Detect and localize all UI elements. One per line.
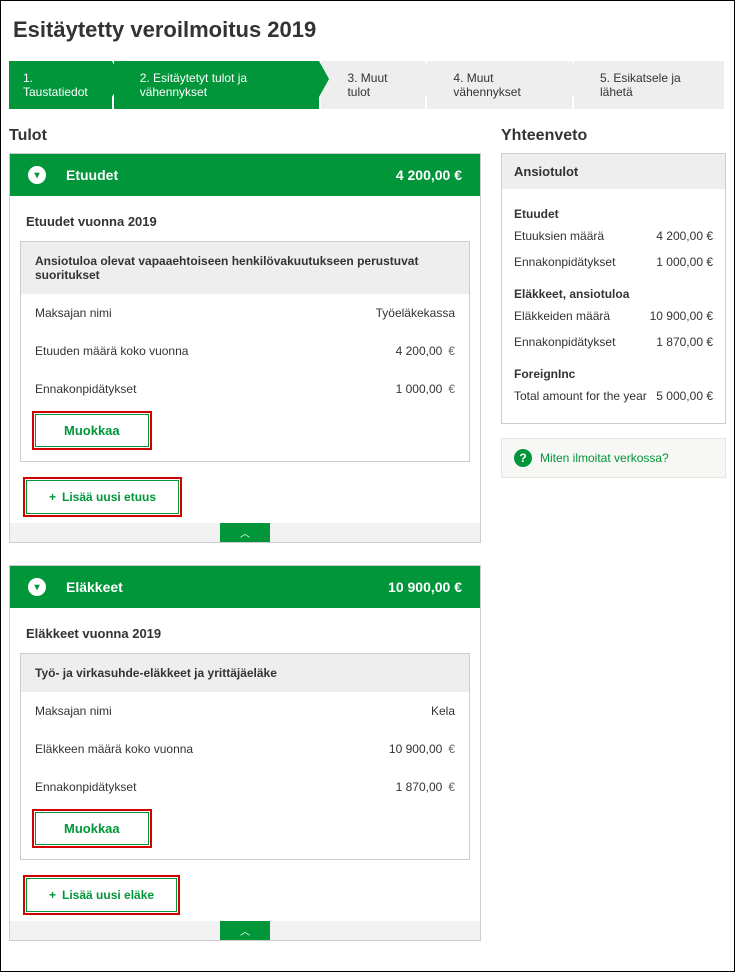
data-row: Maksajan nimi Kela	[21, 692, 469, 730]
row-value: 10 900,00€	[389, 742, 455, 756]
row-value: 1 870,00€	[396, 780, 455, 794]
panel-etuudet: ▾ Etuudet4 200,00 € Etuudet vuonna 2019 Ans…	[9, 153, 481, 543]
data-row: Maksajan nimi Työeläkekassa	[21, 294, 469, 332]
panel-header-elakkeet[interactable]: ▾ Eläkkeet10 900,00 €	[10, 566, 480, 608]
summary-group-heading: Etuudet	[514, 207, 713, 221]
collapse-bar: ︿	[10, 921, 480, 940]
step-5[interactable]: 5. Esikatsele ja lähetä	[574, 61, 726, 109]
summary-value: 1 870,00 €	[656, 335, 713, 349]
summary-line: Ennakonpidätykset 1 000,00 €	[514, 249, 713, 275]
add-button[interactable]: + Lisää uusi etuus	[26, 480, 179, 514]
data-row: Etuuden määrä koko vuonna 4 200,00€	[21, 332, 469, 370]
currency-label: €	[448, 780, 455, 794]
data-card: Ansiotuloa olevat vapaaehtoiseen henkilö…	[20, 241, 470, 462]
summary-line: Eläkkeiden määrä 10 900,00 €	[514, 303, 713, 329]
main-heading: Tulot	[9, 127, 481, 145]
collapse-button[interactable]: ︿	[220, 523, 270, 542]
data-row: Ennakonpidätykset 1 000,00€	[21, 370, 469, 408]
chevron-down-icon: ▾	[28, 578, 46, 596]
card-title: Ansiotuloa olevat vapaaehtoiseen henkilö…	[21, 242, 469, 294]
panel-subheading: Etuudet vuonna 2019	[26, 214, 464, 229]
step-2[interactable]: 2. Esitäytetyt tulot ja vähennykset	[114, 61, 322, 109]
row-label: Ennakonpidätykset	[35, 382, 136, 396]
edit-button[interactable]: Muokkaa	[35, 812, 149, 845]
summary-label: Total amount for the year	[514, 389, 647, 403]
row-label: Etuuden määrä koko vuonna	[35, 344, 188, 358]
summary-line: Ennakonpidätykset 1 870,00 €	[514, 329, 713, 355]
add-label: Lisää uusi eläke	[62, 888, 154, 902]
row-label: Ennakonpidätykset	[35, 780, 136, 794]
panel-amount: 4 200,00 €	[396, 167, 462, 183]
summary-value: 4 200,00 €	[656, 229, 713, 243]
add-label: Lisää uusi etuus	[62, 490, 156, 504]
row-value: 1 000,00€	[396, 382, 455, 396]
card-title: Työ- ja virkasuhde-eläkkeet ja yrittäjäe…	[21, 654, 469, 692]
data-row: Eläkkeen määrä koko vuonna 10 900,00€	[21, 730, 469, 768]
summary-label: Ennakonpidätykset	[514, 335, 615, 349]
step-1[interactable]: 1. Taustatiedot	[9, 61, 114, 109]
plus-icon: +	[49, 888, 56, 902]
summary-line: Total amount for the year 5 000,00 €	[514, 383, 713, 409]
step-4[interactable]: 4. Muut vähennykset	[427, 61, 574, 109]
summary-label: Eläkkeiden määrä	[514, 309, 610, 323]
progress-steps: 1. Taustatiedot2. Esitäytetyt tulot ja v…	[9, 61, 726, 109]
summary-group-heading: Eläkkeet, ansiotuloa	[514, 287, 713, 301]
summary-line: Etuuksien määrä 4 200,00 €	[514, 223, 713, 249]
edit-button[interactable]: Muokkaa	[35, 414, 149, 447]
currency-label: €	[448, 344, 455, 358]
row-label: Maksajan nimi	[35, 704, 112, 718]
summary-value: 5 000,00 €	[656, 389, 713, 403]
chevron-down-icon: ▾	[28, 166, 46, 184]
summary-group-heading: ForeignInc	[514, 367, 713, 381]
row-value: 4 200,00€	[396, 344, 455, 358]
page-title: Esitäytetty veroilmoitus 2019	[13, 17, 726, 43]
panel-title: Etuudet	[66, 167, 396, 183]
step-3[interactable]: 3. Muut tulot	[321, 61, 427, 109]
summary-box: Ansiotulot Etuudet Etuuksien määrä 4 200,0…	[501, 153, 726, 424]
help-text: Miten ilmoitat verkossa?	[540, 451, 669, 465]
data-card: Työ- ja virkasuhde-eläkkeet ja yrittäjäe…	[20, 653, 470, 860]
data-row: Ennakonpidätykset 1 870,00€	[21, 768, 469, 806]
help-icon: ?	[514, 449, 532, 467]
row-value: Kela	[431, 704, 455, 718]
add-button[interactable]: + Lisää uusi eläke	[26, 878, 177, 912]
currency-label: €	[448, 742, 455, 756]
row-label: Eläkkeen määrä koko vuonna	[35, 742, 193, 756]
summary-value: 1 000,00 €	[656, 255, 713, 269]
row-label: Maksajan nimi	[35, 306, 112, 320]
summary-label: Ennakonpidätykset	[514, 255, 615, 269]
help-link[interactable]: ? Miten ilmoitat verkossa?	[501, 438, 726, 478]
panel-elakkeet: ▾ Eläkkeet10 900,00 € Eläkkeet vuonna 2019…	[9, 565, 481, 941]
summary-label: Etuuksien määrä	[514, 229, 604, 243]
panel-title: Eläkkeet	[66, 579, 388, 595]
summary-value: 10 900,00 €	[650, 309, 713, 323]
collapse-bar: ︿	[10, 523, 480, 542]
panel-subheading: Eläkkeet vuonna 2019	[26, 626, 464, 641]
plus-icon: +	[49, 490, 56, 504]
summary-heading: Yhteenveto	[501, 127, 726, 145]
row-value: Työeläkekassa	[376, 306, 455, 320]
currency-label: €	[448, 382, 455, 396]
panel-header-etuudet[interactable]: ▾ Etuudet4 200,00 €	[10, 154, 480, 196]
collapse-button[interactable]: ︿	[220, 921, 270, 940]
summary-title: Ansiotulot	[502, 154, 725, 189]
panel-amount: 10 900,00 €	[388, 579, 462, 595]
